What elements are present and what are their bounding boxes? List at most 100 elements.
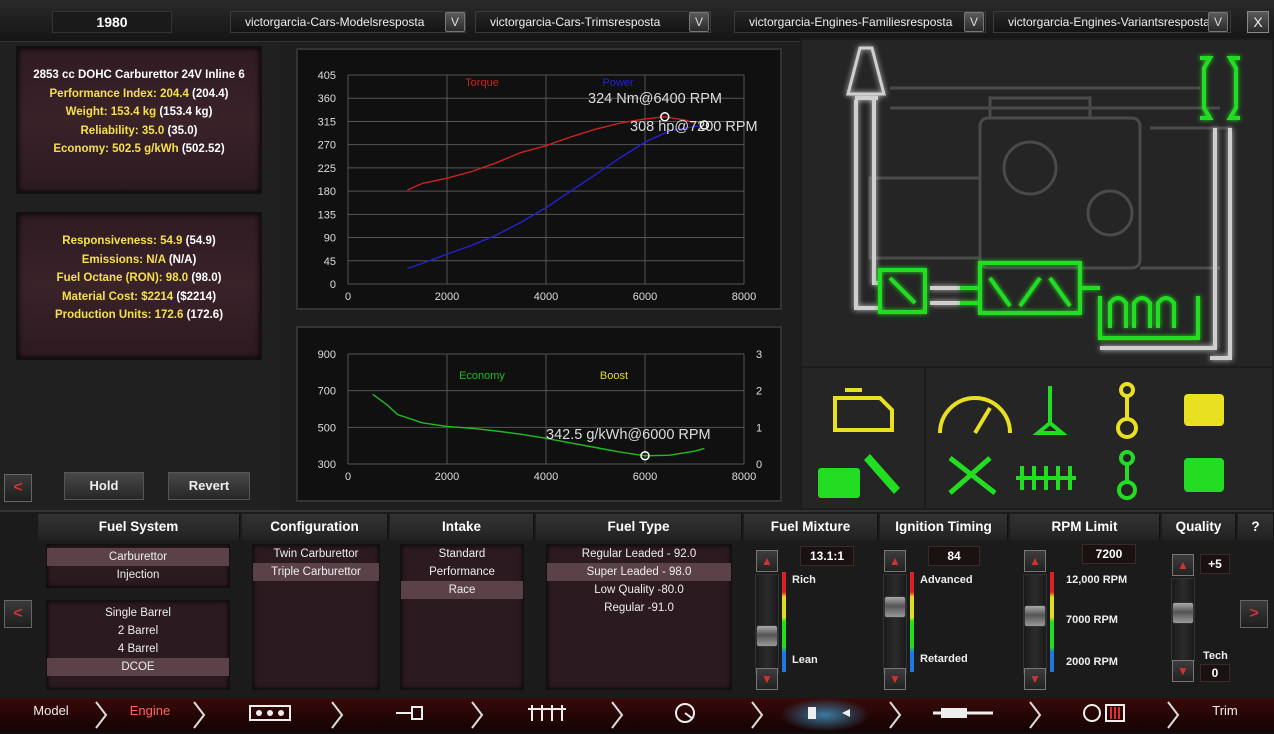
revert-button[interactable]: Revert xyxy=(168,472,250,500)
quality-down-button[interactable]: ▼ xyxy=(1172,660,1194,682)
ignition-timing-gauge xyxy=(910,572,914,672)
list-item-twin-carburettor[interactable]: Twin Carburettor xyxy=(253,545,379,563)
header-ignition-timing: Ignition Timing xyxy=(880,514,1008,540)
peak-annotation: 308 hp@7200 RPM xyxy=(630,119,758,135)
rpm-label-2000: 2000 RPM xyxy=(1066,656,1118,668)
y-tick-label: 500 xyxy=(318,422,336,434)
y-tick-label: 135 xyxy=(318,209,336,221)
list-item-single-barrel[interactable]: Single Barrel xyxy=(47,604,229,622)
list-item-regular[interactable]: Regular -91.0 xyxy=(547,599,731,617)
stat-fuel-octane: Fuel Octane (RON): 98.0 (98.0) xyxy=(56,272,222,285)
list-item-injection[interactable]: Injection xyxy=(47,566,229,584)
list-item-carburettor[interactable]: Carburettor xyxy=(47,548,229,566)
prev-page-button[interactable]: < xyxy=(4,600,32,628)
y-tick-label: 360 xyxy=(318,93,336,105)
next-page-button[interactable]: > xyxy=(1240,600,1268,628)
header-fuel-system: Fuel System xyxy=(38,514,240,540)
fuel-mixture-gauge xyxy=(782,572,786,672)
x-tick-label: 0 xyxy=(345,471,351,483)
nav-valvetrain-icon[interactable] xyxy=(520,698,575,732)
engine-family-dropdown[interactable]: victorgarcia-Engines-Familiesresposta xyxy=(734,11,986,33)
x-tick-label: 2000 xyxy=(435,471,459,483)
stat-weight: Weight: 153.4 kg (153.4 kg) xyxy=(65,106,213,119)
economy-boost-chart: 0 2000 4000 6000 8000 300 500 700 900 0 1 2 3 Economy… xyxy=(318,349,762,483)
quality-up-button[interactable]: ▲ xyxy=(1172,554,1194,576)
ignition-timing-down-button[interactable]: ▼ xyxy=(884,668,906,690)
car-trim-dropdown-button[interactable]: V xyxy=(689,12,709,32)
torque-power-chart: 0 2000 4000 6000 8000 0 45 90 135 180 225 270 315 360… xyxy=(318,70,758,303)
y-tick-label: 405 xyxy=(318,70,336,82)
list-item-super-leaded[interactable]: Super Leaded - 98.0 xyxy=(547,563,731,581)
nav-model[interactable]: Model xyxy=(14,698,88,732)
list-item-regular-leaded[interactable]: Regular Leaded - 92.0 xyxy=(547,545,731,563)
legend-torque: Torque xyxy=(465,77,499,89)
header-intake: Intake xyxy=(390,514,534,540)
y2-tick-label: 3 xyxy=(756,349,762,361)
series-line-power xyxy=(407,124,705,270)
stat-responsiveness: Responsiveness: 54.9 (54.9) xyxy=(62,235,216,247)
rpm-limit-slider-handle[interactable] xyxy=(1024,605,1046,628)
engine-family-dropdown-button[interactable]: V xyxy=(964,12,984,32)
y2-tick-label: 1 xyxy=(756,422,762,434)
engine-details-box: Responsiveness: 54.9 (54.9) Emissions: N… xyxy=(16,212,262,360)
y-tick-label: 315 xyxy=(318,116,336,128)
tech-value: 0 xyxy=(1200,664,1230,682)
nav-head-icon[interactable] xyxy=(385,698,435,732)
rpm-limit-value: 7200 xyxy=(1082,544,1136,564)
charts-panel: 0 2000 4000 6000 8000 0 45 90 135 180 225 270 315 360… xyxy=(280,42,800,510)
rpm-limit-up-button[interactable]: ▲ xyxy=(1024,550,1046,572)
ignition-timing-track xyxy=(883,574,907,674)
year-display: 1980 xyxy=(52,11,172,33)
nav-exhaust-icon[interactable] xyxy=(930,698,1000,732)
list-item-triple-carburettor[interactable]: Triple Carburettor xyxy=(253,563,379,581)
car-model-dropdown-button[interactable]: V xyxy=(445,12,465,32)
fuel-mixture-value: 13.1:1 xyxy=(800,546,854,566)
fuel-type-list: Regular Leaded - 92.0 Super Leaded - 98.… xyxy=(546,544,732,690)
peak-annotation: 324 Nm@6400 RPM xyxy=(588,91,722,107)
nav-trim[interactable]: Trim xyxy=(1190,698,1260,732)
stat-production-units: Production Units: 172.6 (172.6) xyxy=(54,309,224,322)
engine-schematic xyxy=(802,40,1272,508)
fuel-mixture-down-button[interactable]: ▼ xyxy=(756,668,778,690)
y2-tick-label: 2 xyxy=(756,386,762,398)
y-tick-label: 300 xyxy=(318,459,336,471)
nav-turbo-icon[interactable] xyxy=(664,698,708,732)
ignition-retarded-label: Retarded xyxy=(920,653,968,665)
nav-engine[interactable]: Engine xyxy=(110,698,190,732)
ignition-timing-slider-handle[interactable] xyxy=(884,595,906,618)
rpm-limit-gauge xyxy=(1050,572,1054,672)
fuel-mixture-up-button[interactable]: ▲ xyxy=(756,550,778,572)
header-configuration: Configuration xyxy=(242,514,388,540)
car-trim-dropdown[interactable]: victorgarcia-Cars-Trimsresposta xyxy=(475,11,711,33)
chevron-right-icon xyxy=(611,701,624,729)
x-tick-label: 8000 xyxy=(732,471,756,483)
list-item-performance[interactable]: Performance xyxy=(401,563,523,581)
engine-variant-dropdown-button[interactable]: V xyxy=(1208,12,1228,32)
back-button[interactable]: < xyxy=(4,474,32,502)
list-item-race[interactable]: Race xyxy=(401,581,523,599)
hold-button[interactable]: Hold xyxy=(64,472,144,500)
x-tick-label: 6000 xyxy=(633,471,657,483)
nav-block-icon[interactable] xyxy=(240,698,300,732)
x-tick-label: 6000 xyxy=(633,291,657,303)
ignition-timing-up-button[interactable]: ▲ xyxy=(884,550,906,572)
engine-variant-dropdown[interactable]: victorgarcia-Engines-Variantsresposta xyxy=(993,11,1231,33)
fuel-mixture-rich-label: Rich xyxy=(792,574,816,586)
list-item-low-quality[interactable]: Low Quality -80.0 xyxy=(547,581,731,599)
list-item-4-barrel[interactable]: 4 Barrel xyxy=(47,640,229,658)
quality-value: +5 xyxy=(1200,554,1230,574)
list-item-2-barrel[interactable]: 2 Barrel xyxy=(47,622,229,640)
quality-slider-handle[interactable] xyxy=(1172,601,1194,624)
help-button[interactable]: ? xyxy=(1238,514,1274,540)
nav-fuel-icon[interactable] xyxy=(780,698,870,732)
close-button[interactable]: X xyxy=(1247,11,1269,33)
intake-list: Standard Performance Race xyxy=(400,544,524,690)
list-item-dcoe[interactable]: DCOE xyxy=(47,658,229,676)
fuel-mixture-slider-handle[interactable] xyxy=(756,624,778,647)
car-model-dropdown[interactable]: victorgarcia-Cars-Modelsresposta xyxy=(230,11,466,33)
legend-power: Power xyxy=(602,77,634,89)
x-tick-label: 8000 xyxy=(732,291,756,303)
rpm-limit-down-button[interactable]: ▼ xyxy=(1024,668,1046,690)
list-item-standard[interactable]: Standard xyxy=(401,545,523,563)
nav-dyno-icon[interactable] xyxy=(1075,698,1135,732)
